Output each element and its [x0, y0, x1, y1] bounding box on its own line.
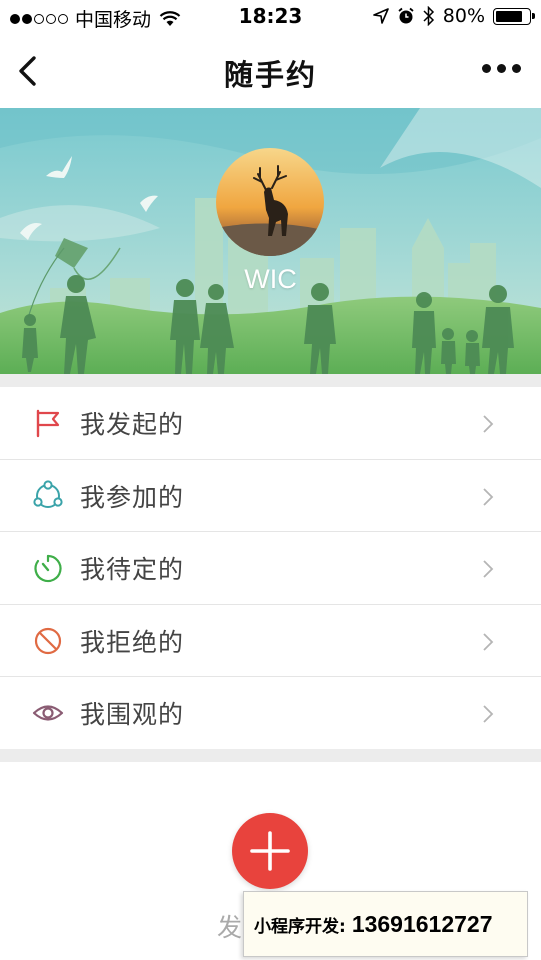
create-button[interactable]: [232, 813, 308, 889]
menu-item-watching[interactable]: 我围观的: [0, 677, 541, 750]
section-divider: [0, 374, 541, 387]
profile-banner: WIC: [0, 108, 541, 374]
bluetooth-icon: [423, 6, 434, 26]
menu-item-label: 我拒绝的: [80, 627, 185, 657]
page-title: 随手约: [223, 58, 317, 92]
deer-avatar-icon: [216, 148, 324, 256]
flag-icon: [36, 409, 60, 438]
developer-contact-banner[interactable]: 小程序开发: 13691612727: [243, 891, 528, 957]
more-button[interactable]: [482, 64, 521, 73]
chevron-right-icon: [483, 705, 494, 723]
avatar[interactable]: [216, 148, 324, 256]
chevron-right-icon: [483, 415, 494, 433]
menu-item-label: 我发起的: [80, 410, 185, 439]
alarm-icon: [398, 7, 414, 24]
battery-percent: 80%: [442, 5, 485, 27]
forbidden-icon: [34, 627, 62, 654]
status-bar: 中国移动 18:23 80%: [0, 0, 541, 34]
chevron-right-icon: [483, 487, 494, 506]
menu-item-pending[interactable]: 我待定的: [0, 532, 541, 605]
nav-bar: 随手约: [0, 34, 541, 108]
timer-icon: [34, 554, 62, 583]
menu-item-joined[interactable]: 我参加的: [0, 460, 541, 532]
menu-item-declined[interactable]: 我拒绝的: [0, 605, 541, 677]
plus-icon: [250, 831, 290, 871]
more-dots-icon: [482, 64, 491, 73]
location-arrow-icon: [372, 8, 389, 24]
eye-icon: [32, 705, 64, 721]
menu-item-label: 我待定的: [80, 555, 185, 584]
developer-phone: 13691612727: [351, 910, 493, 937]
status-right: 80%: [372, 5, 535, 27]
battery-fill: [496, 10, 522, 22]
menu-item-initiated[interactable]: 我发起的: [0, 387, 541, 460]
section-divider: [0, 749, 541, 762]
battery-icon: [493, 7, 535, 25]
create-label: 发: [217, 913, 243, 942]
chevron-right-icon: [483, 632, 494, 651]
developer-label: 小程序开发:: [254, 916, 346, 937]
menu-item-label: 我围观的: [80, 700, 185, 729]
username: WIC: [244, 264, 297, 294]
group-icon: [33, 479, 63, 508]
chevron-right-icon: [483, 560, 494, 578]
menu-list: 我发起的 我参加的 我待定的 我拒绝的 我围观的: [0, 387, 541, 750]
menu-item-label: 我参加的: [80, 482, 185, 512]
